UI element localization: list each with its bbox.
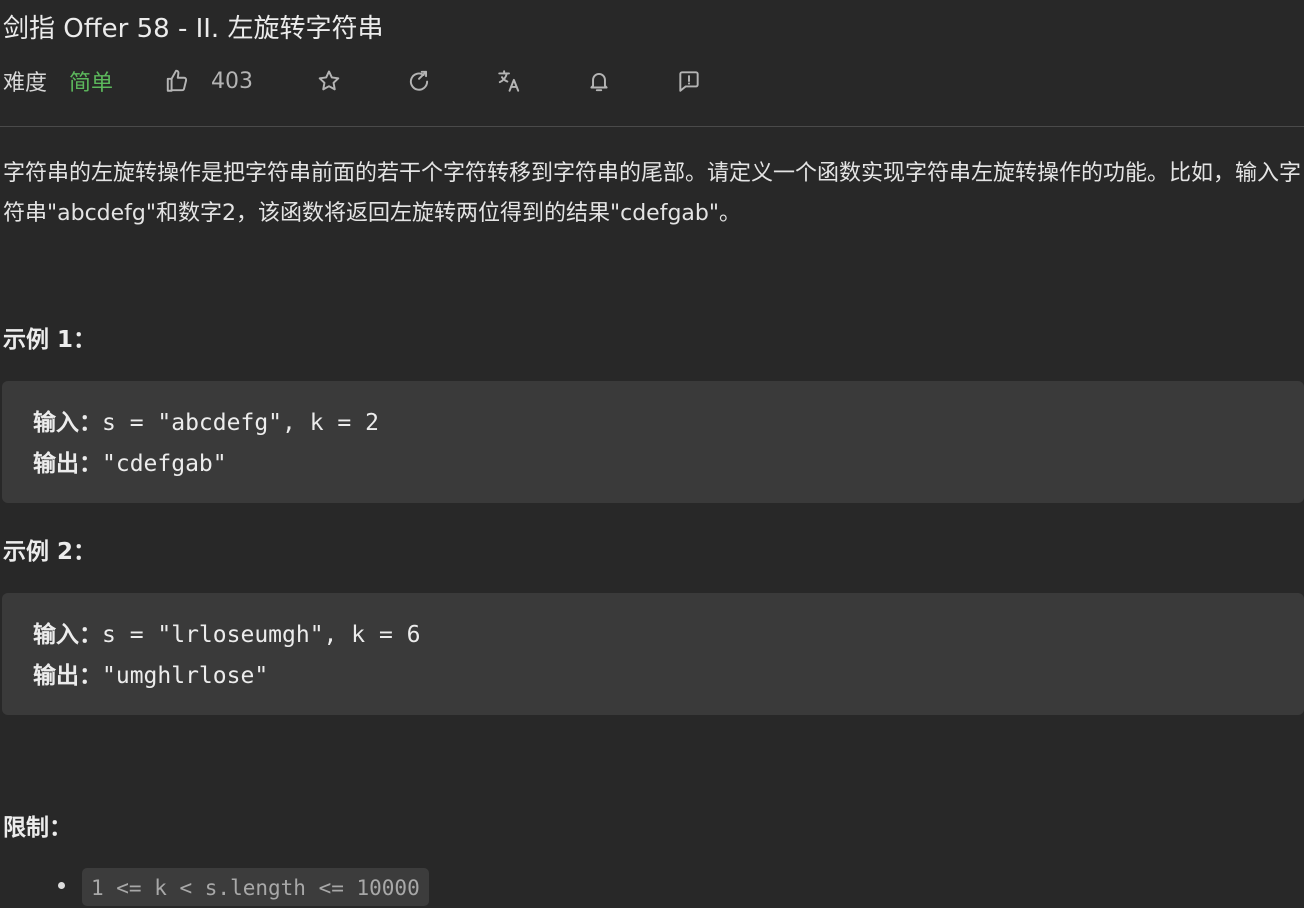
difficulty-label: 难度 <box>3 71 48 96</box>
problem-description: 字符串的左旋转操作是把字符串前面的若干个字符转移到字符串的尾部。请定义一个函数实… <box>3 161 1302 226</box>
output-label: 输出： <box>33 451 102 477</box>
output-value: "umghlrlose" <box>102 663 269 689</box>
example-1-heading: 示例 1： <box>3 327 97 353</box>
input-label: 输入： <box>33 622 102 648</box>
like-count: 403 <box>211 68 254 94</box>
input-value: s = "abcdefg", k = 2 <box>102 410 379 436</box>
difficulty-badge: 简单 <box>69 71 114 96</box>
star-icon[interactable] <box>315 67 343 95</box>
translate-icon[interactable] <box>495 67 523 95</box>
input-label: 输入： <box>33 410 102 436</box>
constraints-heading: 限制： <box>3 815 72 841</box>
bell-icon[interactable] <box>585 67 613 95</box>
output-label: 输出： <box>33 663 102 689</box>
header-divider <box>0 126 1304 127</box>
example-2-input: 输入：s = "lrloseumgh", k = 6 <box>33 615 421 649</box>
example-1-block: 输入：s = "abcdefg", k = 2 输出："cdefgab" <box>2 381 1304 503</box>
constraint-bullet <box>58 882 65 889</box>
thumbs-up-icon[interactable] <box>163 67 191 95</box>
example-2-output: 输出："umghlrlose" <box>33 656 268 690</box>
problem-meta-bar: 难度 简单 403 <box>3 62 703 100</box>
input-value: s = "lrloseumgh", k = 6 <box>102 622 421 648</box>
example-1-output: 输出："cdefgab" <box>33 444 227 478</box>
constraint-item: 1 <= k < s.length <= 10000 <box>82 868 429 906</box>
example-2-block: 输入：s = "lrloseumgh", k = 6 输出："umghlrlos… <box>2 593 1304 715</box>
like-button[interactable]: 403 <box>163 67 253 95</box>
example-2-heading: 示例 2： <box>3 539 97 565</box>
output-value: "cdefgab" <box>102 451 227 477</box>
feedback-icon[interactable] <box>675 67 703 95</box>
share-icon[interactable] <box>405 67 433 95</box>
problem-title: 剑指 Offer 58 - II. 左旋转字符串 <box>3 14 384 44</box>
example-1-input: 输入：s = "abcdefg", k = 2 <box>33 403 379 437</box>
